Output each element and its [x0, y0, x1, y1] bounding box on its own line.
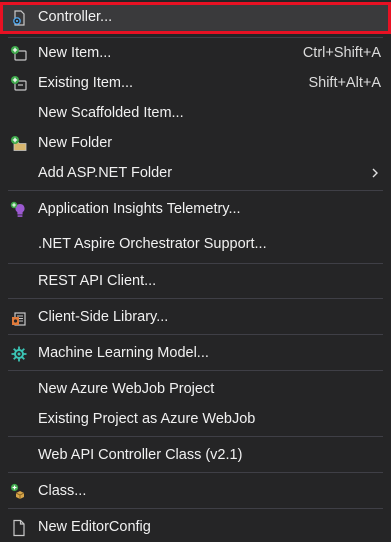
menu-item-class[interactable]: Class...	[0, 476, 391, 506]
shortcut-label: Shift+Alt+A	[308, 75, 381, 91]
menu-item-new-editorconfig[interactable]: New EditorConfig	[0, 512, 391, 542]
menu-item-label: New EditorConfig	[38, 519, 151, 535]
existing-item-icon	[11, 76, 27, 91]
separator	[8, 334, 383, 335]
menu-item-new-folder[interactable]: New Folder	[0, 128, 391, 158]
menu-item-label: Client-Side Library...	[38, 309, 169, 325]
app-insights-icon	[10, 201, 25, 217]
menu-item-client-side-library[interactable]: Client-Side Library...	[0, 302, 391, 332]
menu-item-label: Existing Project as Azure WebJob	[38, 411, 256, 427]
chevron-right-icon	[372, 168, 378, 178]
menu-item-label: Web API Controller Class (v2.1)	[38, 447, 243, 463]
menu-item-aspire-orchestrator[interactable]: .NET Aspire Orchestrator Support...	[0, 229, 391, 259]
menu-item-label: Add ASP.NET Folder	[38, 165, 173, 181]
menu-item-application-insights[interactable]: Application Insights Telemetry...	[0, 194, 391, 224]
menu-item-new-item[interactable]: New Item... Ctrl+Shift+A	[0, 38, 391, 68]
menu-item-label: Application Insights Telemetry...	[38, 201, 241, 217]
add-class-icon	[10, 483, 25, 499]
menu-item-label: Controller...	[38, 9, 113, 25]
separator	[8, 508, 383, 509]
menu-item-web-api-controller-class[interactable]: Web API Controller Class (v2.1)	[0, 440, 391, 470]
menu-item-label: REST API Client...	[38, 273, 157, 289]
menu-item-label: New Azure WebJob Project	[38, 381, 215, 397]
separator	[8, 436, 383, 437]
menu-item-existing-azure-webjob[interactable]: Existing Project as Azure WebJob	[0, 404, 391, 434]
client-library-icon	[12, 312, 26, 326]
separator	[8, 298, 383, 299]
context-menu-add: Controller... New Item... Ctrl+Shift+A E…	[0, 0, 391, 542]
menu-item-label: New Folder	[38, 135, 113, 151]
menu-item-machine-learning-model[interactable]: Machine Learning Model...	[0, 338, 391, 368]
file-icon	[13, 519, 25, 537]
menu-item-label: .NET Aspire Orchestrator Support...	[38, 236, 267, 252]
separator	[8, 263, 383, 264]
menu-item-new-azure-webjob[interactable]: New Azure WebJob Project	[0, 374, 391, 404]
menu-item-new-scaffolded-item[interactable]: New Scaffolded Item...	[0, 98, 391, 128]
menu-item-existing-item[interactable]: Existing Item... Shift+Alt+A	[0, 68, 391, 98]
separator	[8, 370, 383, 371]
shortcut-label: Ctrl+Shift+A	[302, 45, 381, 61]
menu-item-controller[interactable]: Controller...	[0, 2, 391, 34]
menu-item-add-aspnet-folder[interactable]: Add ASP.NET Folder	[0, 158, 391, 188]
controller-icon	[13, 10, 25, 26]
menu-item-label: Existing Item...	[38, 75, 134, 91]
separator	[8, 472, 383, 473]
menu-item-label: New Item...	[38, 45, 112, 61]
menu-item-rest-api-client[interactable]: REST API Client...	[0, 266, 391, 296]
ml-model-icon	[11, 346, 27, 362]
menu-item-label: Machine Learning Model...	[38, 345, 209, 361]
menu-item-label: New Scaffolded Item...	[38, 105, 184, 121]
new-item-icon	[11, 46, 27, 61]
menu-item-label: Class...	[38, 483, 87, 499]
new-folder-icon	[11, 136, 27, 151]
separator	[8, 190, 383, 191]
